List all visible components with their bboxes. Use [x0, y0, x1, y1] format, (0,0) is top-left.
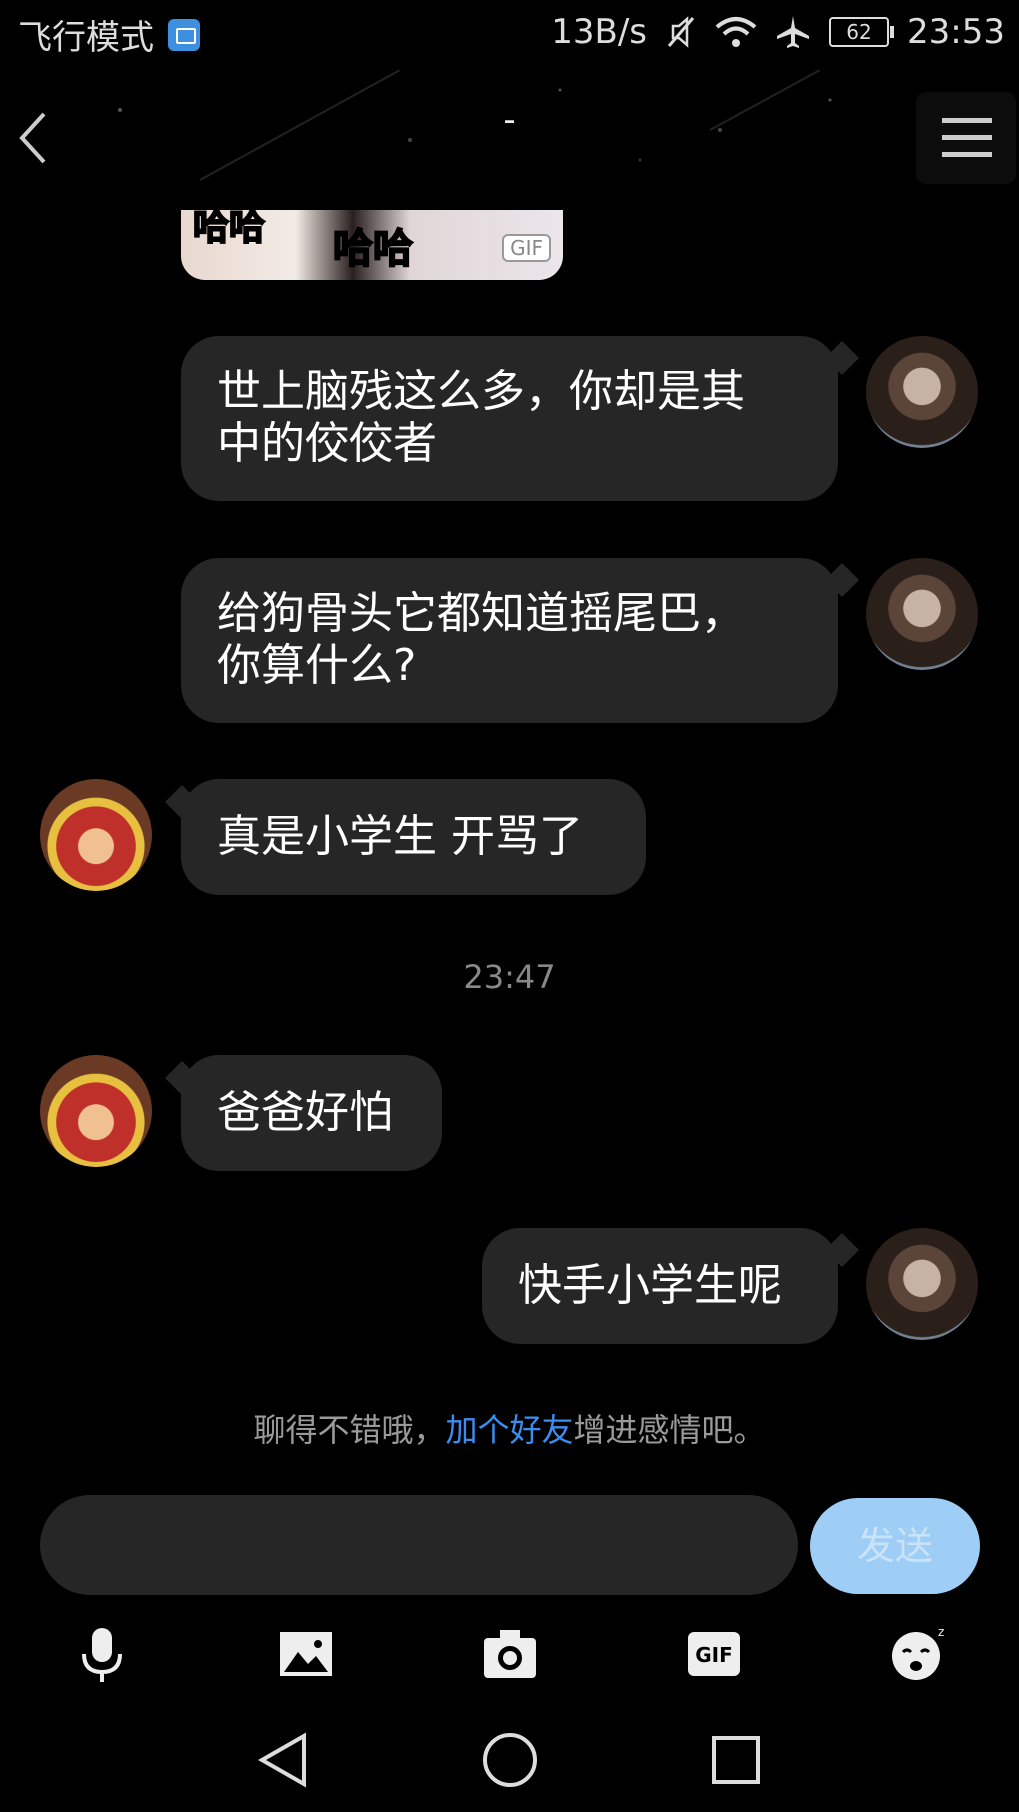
camera-icon[interactable]	[480, 1624, 540, 1684]
airplane-mode-label: 飞行模式	[18, 18, 154, 58]
recents-square-icon[interactable]	[706, 1730, 766, 1790]
gif-icon[interactable]: GIF	[684, 1624, 744, 1684]
status-left: 飞行模式	[18, 10, 200, 59]
avatar-self[interactable]	[866, 336, 978, 448]
chat-title: -	[503, 100, 516, 140]
gif-badge: GIF	[502, 234, 551, 262]
avatar-self[interactable]	[866, 558, 978, 670]
message-bubble-outgoing[interactable]: 给狗骨头它都知道摇尾巴， 你算什么?	[181, 558, 838, 723]
wifi-icon	[715, 17, 757, 47]
message-bubble-outgoing[interactable]: 快手小学生呢	[482, 1228, 838, 1344]
message-input[interactable]	[40, 1495, 798, 1595]
message-bubble-incoming[interactable]: 爸爸好怕	[181, 1055, 442, 1171]
message-line: 世上脑残这么多，你却是其	[217, 366, 745, 417]
battery-icon: 62	[829, 17, 895, 47]
add-friend-link[interactable]: 加个好友	[445, 1411, 573, 1449]
message-line: 给狗骨头它都知道摇尾巴，	[217, 588, 745, 639]
gif-sticker-message[interactable]: 哈哈 哈哈 GIF	[181, 210, 563, 280]
message-timestamp: 23:47	[463, 958, 556, 996]
message-line: 你算什么?	[217, 640, 417, 691]
send-button[interactable]: 发送	[810, 1498, 980, 1594]
avatar-other[interactable]	[40, 1055, 152, 1167]
message-text: 真是小学生 开骂了	[217, 811, 583, 862]
message-line: 中的佼佼者	[217, 418, 437, 469]
gif-icon-label: GIF	[695, 1643, 733, 1667]
avatar-self[interactable]	[866, 1228, 978, 1340]
message-bubble-outgoing[interactable]: 世上脑残这么多，你却是其 中的佼佼者	[181, 336, 838, 501]
net-speed: 13B/s	[551, 12, 648, 52]
status-right: 13B/s 62 23:53	[551, 12, 1005, 52]
sleepy-emoji-icon[interactable]: z	[888, 1624, 948, 1684]
microphone-icon[interactable]	[72, 1624, 132, 1684]
status-bar: 飞行模式 13B/s 62 23:53	[0, 0, 1019, 70]
gif-text-left: 哈哈	[192, 210, 266, 249]
image-icon[interactable]	[276, 1624, 336, 1684]
message-bubble-incoming[interactable]: 真是小学生 开骂了	[181, 779, 646, 895]
hamburger-menu-icon[interactable]	[942, 116, 992, 160]
tip-prefix: 聊得不错哦，	[253, 1411, 446, 1449]
status-time: 23:53	[907, 12, 1005, 52]
image-notification-icon	[168, 18, 200, 51]
tip-suffix: 增进感情吧。	[573, 1411, 766, 1449]
mute-icon	[667, 16, 695, 48]
message-text: 快手小学生呢	[518, 1260, 782, 1311]
add-friend-tip: 聊得不错哦，加个好友增进感情吧。	[0, 1405, 1019, 1451]
message-text: 爸爸好怕	[217, 1087, 393, 1138]
chat-header	[0, 70, 1019, 210]
home-circle-icon[interactable]	[480, 1730, 540, 1790]
avatar-other[interactable]	[40, 779, 152, 891]
svg-text:z: z	[938, 1625, 944, 1639]
gif-text-right: 哈哈	[332, 225, 414, 273]
airplane-icon	[777, 16, 810, 48]
header-starfield	[118, 70, 832, 181]
back-triangle-icon[interactable]	[254, 1730, 314, 1790]
